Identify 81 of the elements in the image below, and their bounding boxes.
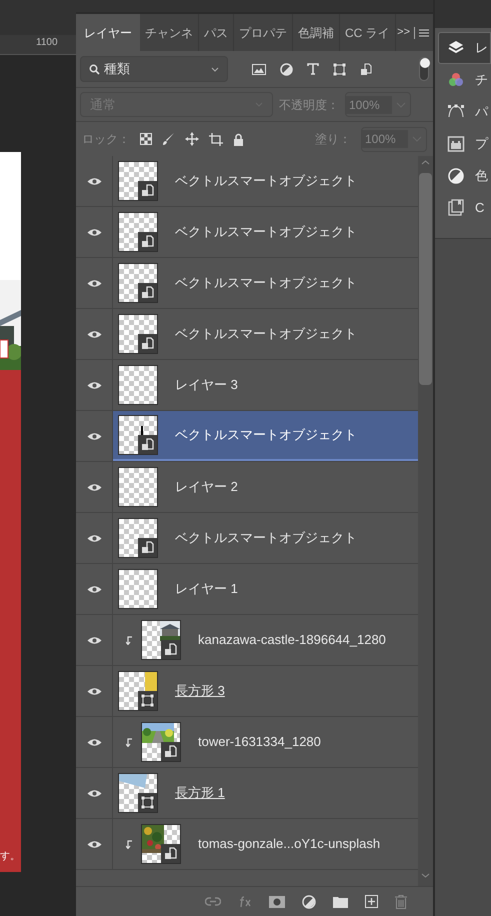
mask-icon[interactable] bbox=[269, 896, 285, 908]
search-icon bbox=[89, 64, 100, 74]
lock-label: ロック： bbox=[82, 131, 130, 148]
smart-object-badge-icon bbox=[138, 283, 157, 302]
fill-label: 塗り： bbox=[315, 131, 351, 148]
smart-object-badge-icon bbox=[138, 181, 157, 200]
eye-icon[interactable] bbox=[86, 840, 102, 848]
layer-name: ベクトルスマートオブジェクト bbox=[175, 529, 357, 548]
smart-object-badge-icon bbox=[138, 538, 157, 557]
shape-thumbnail bbox=[119, 774, 147, 788]
layer-name: ベクトルスマートオブジェクト bbox=[175, 274, 357, 292]
smart-object-badge-icon bbox=[161, 742, 180, 761]
eye-icon[interactable] bbox=[86, 686, 102, 696]
eye-icon[interactable] bbox=[86, 584, 102, 594]
thumbnail-mark bbox=[141, 426, 143, 435]
scroll-down-icon bbox=[421, 873, 430, 878]
folder-icon[interactable] bbox=[333, 896, 348, 908]
layer-name: ベクトルスマートオブジェクト bbox=[175, 223, 357, 242]
dock-item[interactable]: プ bbox=[438, 128, 491, 160]
smart-object-badge-icon bbox=[138, 435, 157, 454]
opacity-label: 不透明度： bbox=[279, 96, 339, 114]
tab-overflow-button[interactable]: >> bbox=[397, 24, 410, 41]
eye-icon[interactable] bbox=[86, 788, 102, 798]
eye-icon[interactable] bbox=[86, 534, 102, 542]
document-caption: す。 bbox=[0, 852, 21, 862]
eye-icon[interactable] bbox=[86, 380, 102, 390]
layer-name: kanazawa-castle-1896644_1280 bbox=[198, 631, 386, 650]
eye-icon[interactable] bbox=[86, 278, 102, 288]
crop-icon[interactable] bbox=[209, 132, 223, 146]
book-icon bbox=[447, 199, 465, 217]
eye-icon[interactable] bbox=[86, 738, 102, 746]
ruler-label: 1100 bbox=[36, 38, 58, 48]
smart-object-badge-icon bbox=[138, 232, 157, 251]
image-icon[interactable] bbox=[252, 64, 266, 74]
dock-item[interactable]: パ bbox=[438, 96, 491, 128]
shape-badge-icon bbox=[138, 691, 157, 710]
type-icon[interactable] bbox=[307, 63, 319, 75]
layer-name: tower-1631334_1280 bbox=[198, 733, 321, 752]
dock-item[interactable]: レ bbox=[438, 32, 491, 64]
eye-icon[interactable] bbox=[86, 330, 102, 338]
dock-item[interactable]: C bbox=[438, 192, 491, 224]
layer-name: 長方形 3 bbox=[175, 682, 225, 700]
brush-icon[interactable] bbox=[162, 132, 175, 146]
panel-tab[interactable]: レイヤー bbox=[76, 14, 140, 51]
checkerboard-icon[interactable] bbox=[140, 133, 152, 145]
filter-dropdown[interactable]: 種類 bbox=[80, 56, 228, 82]
frame-icon bbox=[447, 135, 465, 153]
chevron-icon bbox=[211, 66, 219, 72]
lock-icon[interactable] bbox=[233, 132, 244, 146]
menu-icon[interactable] bbox=[419, 28, 429, 36]
transform-icon[interactable] bbox=[333, 62, 346, 76]
layer-name: ベクトルスマートオブジェクト bbox=[175, 325, 357, 344]
scroll-up-icon bbox=[421, 160, 430, 165]
smart-object-badge-icon bbox=[138, 334, 157, 353]
eye-icon[interactable] bbox=[86, 636, 102, 644]
dock-item[interactable]: チ bbox=[438, 64, 491, 96]
eye-icon[interactable] bbox=[86, 432, 102, 440]
layer-name: レイヤー 2 bbox=[175, 478, 238, 496]
layer-name: ベクトルスマートオブジェクト bbox=[175, 426, 357, 444]
eye-icon[interactable] bbox=[86, 176, 102, 186]
eye-icon[interactable] bbox=[86, 228, 102, 236]
smart-object-badge-icon bbox=[161, 844, 180, 863]
layer-name: ベクトルスマートオブジェクト bbox=[175, 172, 357, 190]
filter-toggle[interactable] bbox=[419, 57, 429, 81]
layer-name: 長方形 1 bbox=[175, 784, 225, 802]
half-circle-icon bbox=[447, 167, 465, 185]
layer-name: レイヤー 3 bbox=[175, 376, 238, 394]
adjustment-icon[interactable] bbox=[302, 894, 316, 908]
dock-item[interactable]: 色 bbox=[438, 160, 491, 192]
layer-name: tomas-gonzale...oY1c-unsplash bbox=[198, 835, 380, 854]
circles-icon bbox=[447, 71, 465, 89]
scrollbar[interactable] bbox=[418, 156, 433, 886]
move-icon[interactable] bbox=[185, 132, 199, 146]
eye-icon[interactable] bbox=[86, 482, 102, 492]
layer-row[interactable]: ベクトルスマートオブジェクト bbox=[113, 411, 418, 461]
new-layer-icon[interactable] bbox=[365, 895, 378, 908]
smart-object-icon[interactable] bbox=[360, 62, 372, 76]
smart-object-badge-icon bbox=[161, 640, 180, 659]
half-circle-icon[interactable] bbox=[280, 62, 293, 76]
layer-name: レイヤー 1 bbox=[175, 580, 238, 598]
shape-badge-icon bbox=[138, 793, 157, 812]
